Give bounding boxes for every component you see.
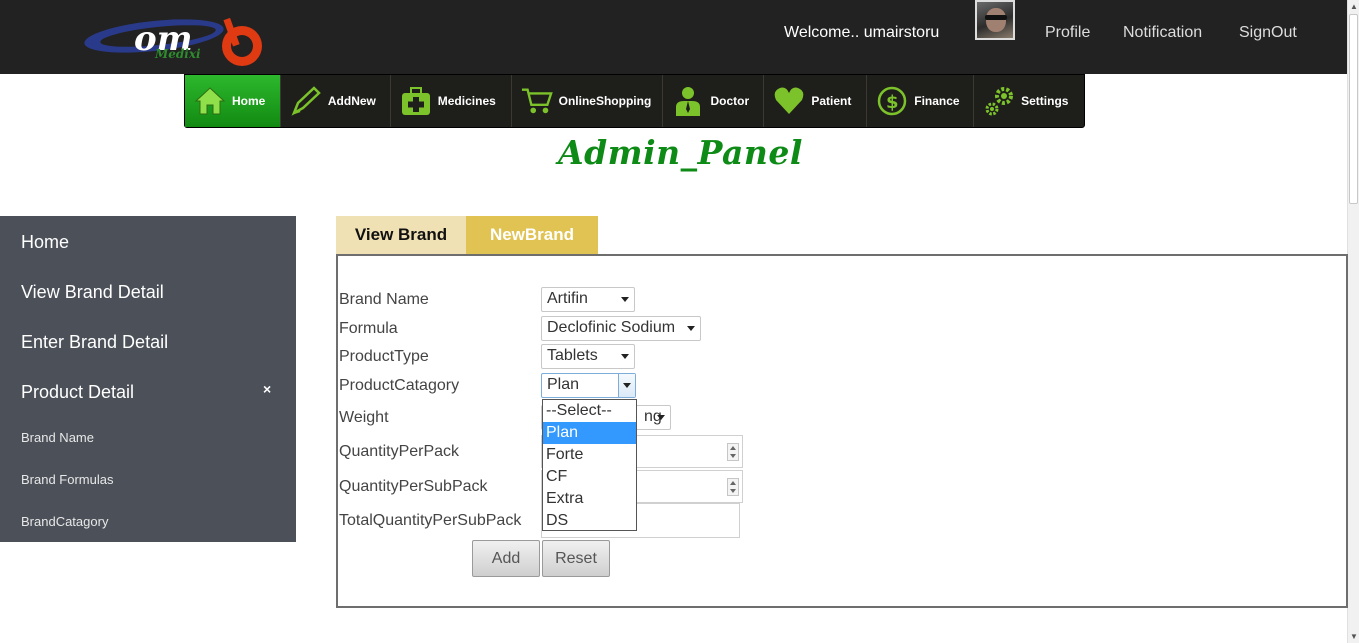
nav-medicines-label: Medicines [437, 94, 496, 108]
product-category-label: ProductCatagory [339, 377, 460, 394]
chevron-down-icon [621, 354, 629, 359]
sidebar-subitem-brand-formulas[interactable]: Brand Formulas [21, 472, 113, 487]
product-type-select[interactable]: Tablets [541, 344, 635, 369]
chevron-down-icon [623, 383, 631, 388]
logo-wordmark: Medixi [155, 47, 201, 61]
nav-finance-label: Finance [914, 94, 960, 108]
scroll-thumb[interactable] [1349, 14, 1358, 204]
medkit-icon [400, 85, 432, 117]
dropdown-option[interactable]: Extra [543, 488, 636, 510]
weight-label: Weight [339, 409, 389, 426]
nav-onlineshopping-label: OnlineShopping [558, 94, 652, 108]
welcome-text: Welcome.. umairstoru [784, 24, 940, 41]
dropdown-option[interactable]: --Select-- [543, 400, 636, 422]
product-category-value: Plan [547, 376, 580, 393]
sidebar-item-product-detail[interactable]: Product Detail [21, 382, 134, 403]
cart-icon [521, 85, 553, 117]
svg-text:$: $ [886, 92, 899, 113]
formula-select[interactable]: Declofinic Sodium [541, 316, 701, 341]
nav-home-label: Home [232, 94, 266, 108]
nav-medicines[interactable]: Medicines [391, 75, 512, 127]
sidebar: Home View Brand Detail Enter Brand Detai… [0, 216, 296, 542]
nav-doctor-label: Doctor [710, 94, 750, 108]
product-category-dropdown-list: --Select-- Plan Forte CF Extra DS [542, 399, 637, 531]
sidebar-item-enter-brand-detail[interactable]: Enter Brand Detail [21, 332, 168, 353]
sidebar-item-view-brand-detail[interactable]: View Brand Detail [21, 282, 164, 303]
qty-per-subpack-label: QuantityPerSubPack [339, 478, 488, 495]
total-qty-per-subpack-label: TotalQuantityPerSubPack [339, 512, 522, 529]
scroll-down-icon[interactable]: ▼ [1350, 632, 1358, 641]
signout-link[interactable]: SignOut [1239, 24, 1297, 42]
tab-view-brand[interactable]: View Brand [336, 216, 466, 254]
dropdown-option[interactable]: CF [543, 466, 636, 488]
formula-label: Formula [339, 320, 398, 337]
dropdown-option[interactable]: Forte [543, 444, 636, 466]
vertical-scrollbar[interactable]: ▲ ▼ [1347, 0, 1359, 643]
nav-patient[interactable]: Patient [764, 75, 868, 127]
doctor-icon [672, 85, 704, 117]
chevron-down-icon [687, 326, 695, 331]
sidebar-subitem-brand-name[interactable]: Brand Name [21, 430, 94, 445]
stepper-arrows-icon[interactable] [727, 478, 739, 496]
dropdown-option-selected[interactable]: Plan [543, 422, 636, 444]
brand-name-label: Brand Name [339, 291, 429, 308]
sidebar-item-home[interactable]: Home [21, 232, 69, 253]
product-type-label: ProductType [339, 348, 429, 365]
pencil-icon [290, 85, 322, 117]
nav-onlineshopping[interactable]: OnlineShopping [512, 75, 664, 127]
heart-icon [773, 85, 805, 117]
formula-value: Declofinic Sodium [547, 319, 676, 336]
stepper-arrows-icon[interactable] [727, 443, 739, 461]
sidebar-subitem-brand-catagory[interactable]: BrandCatagory [21, 514, 108, 529]
qty-per-pack-label: QuantityPerPack [339, 443, 460, 460]
brand-name-value: Artifin [547, 290, 588, 307]
nav-patient-label: Patient [811, 94, 852, 108]
notification-link[interactable]: Notification [1123, 24, 1202, 42]
top-bar: om Medixi Welcome.. umairstoru Profile N… [0, 0, 1347, 74]
nav-doctor[interactable]: Doctor [663, 75, 765, 127]
nav-settings-label: Settings [1021, 94, 1069, 108]
tab-new-brand[interactable]: NewBrand [466, 216, 598, 254]
dollar-icon: $ [876, 85, 908, 117]
reset-button[interactable]: Reset [542, 540, 610, 577]
medixi-logo[interactable]: om [82, 14, 272, 70]
avatar[interactable] [975, 0, 1015, 40]
nav-settings[interactable]: Settings [974, 75, 1084, 127]
chevron-down-icon [657, 415, 665, 420]
nav-finance[interactable]: $ Finance [867, 75, 975, 127]
dropdown-button[interactable] [618, 374, 635, 397]
nav-addnew-label: AddNew [327, 94, 376, 108]
main-nav: Home AddNew Medicines OnlineShopping Doc… [184, 74, 1085, 128]
close-icon[interactable]: × [263, 381, 271, 397]
nav-addnew[interactable]: AddNew [281, 75, 391, 127]
chevron-down-icon [621, 297, 629, 302]
scroll-up-icon[interactable]: ▲ [1350, 2, 1358, 11]
product-type-value: Tablets [547, 347, 598, 364]
dropdown-option[interactable]: DS [543, 510, 636, 532]
product-category-select[interactable]: Plan [541, 373, 636, 398]
brand-name-select[interactable]: Artifin [541, 287, 635, 312]
nav-home[interactable]: Home [185, 75, 281, 127]
profile-link[interactable]: Profile [1045, 24, 1090, 42]
home-icon [194, 85, 226, 117]
add-button[interactable]: Add [472, 540, 540, 577]
page-title: Admin_Panel [558, 133, 803, 172]
gears-icon [983, 85, 1015, 117]
